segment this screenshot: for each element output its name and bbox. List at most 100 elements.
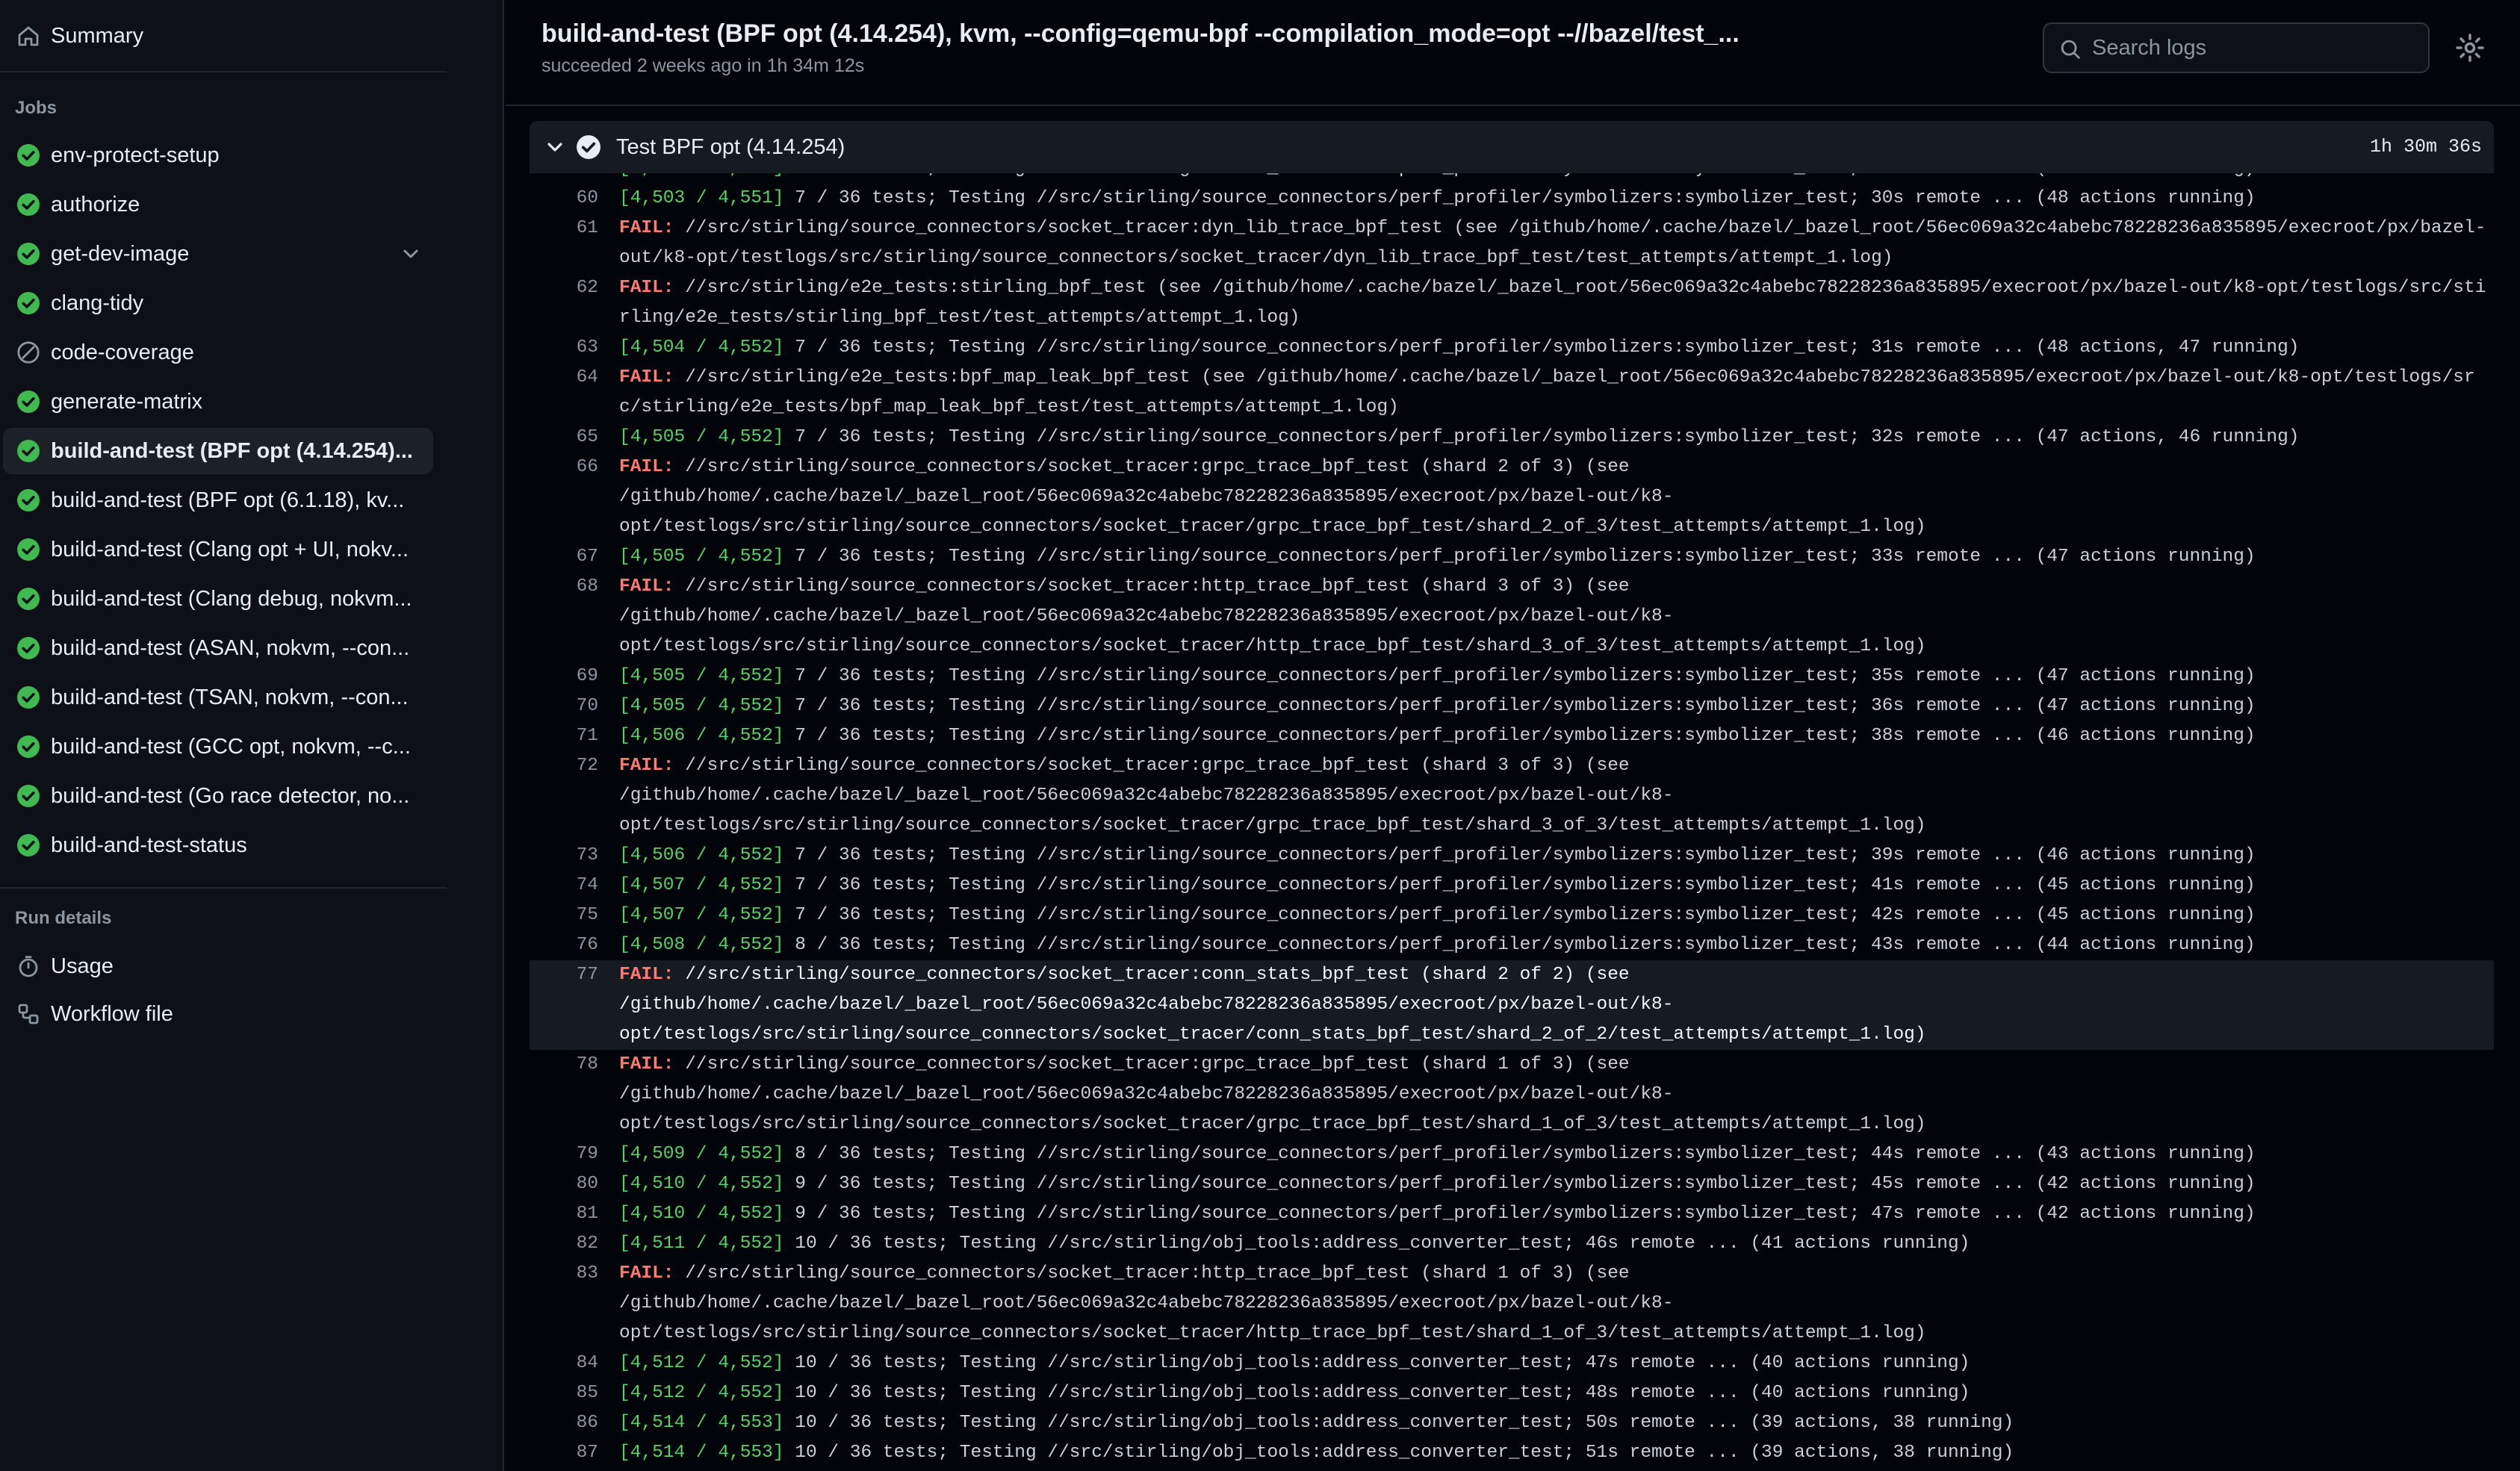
line-number[interactable]: 65 (530, 423, 598, 453)
line-number[interactable]: 87 (530, 1438, 598, 1468)
log-line[interactable]: 70 [4,505 / 4,552] 7 / 36 tests; Testing … (530, 691, 2494, 721)
success-check-icon (17, 538, 40, 561)
line-number[interactable]: 60 (530, 184, 598, 214)
log-line[interactable]: 75 [4,507 / 4,552] 7 / 36 tests; Testing … (530, 901, 2494, 930)
sidebar-job-item[interactable]: clang-tidy (3, 280, 433, 326)
sidebar-job-item[interactable]: build-and-test (BPF opt (4.14.254)... (3, 428, 433, 474)
line-number[interactable]: 74 (530, 871, 598, 901)
line-number[interactable]: 81 (530, 1199, 598, 1229)
log-line[interactable]: 63 [4,504 / 4,552] 7 / 36 tests; Testing … (530, 333, 2494, 363)
search-logs-box[interactable] (2043, 22, 2430, 73)
log-line[interactable]: 68 FAIL: //src/stirling/source_connectors… (530, 572, 2494, 662)
log-line[interactable]: 77 FAIL: //src/stirling/source_connectors… (530, 960, 2494, 1050)
line-number[interactable]: 63 (530, 333, 598, 363)
gear-icon[interactable] (2455, 33, 2485, 63)
log-line[interactable]: 71 [4,506 / 4,552] 7 / 36 tests; Testing … (530, 721, 2494, 751)
log-message: 10 / 36 tests; Testing //src/stirling/ob… (783, 1443, 2014, 1463)
sidebar-item-usage[interactable]: Usage (3, 943, 433, 989)
sidebar-item-label: Summary (51, 24, 144, 48)
line-number[interactable]: 85 (530, 1378, 598, 1408)
line-number[interactable]: 82 (530, 1229, 598, 1259)
log-line[interactable]: 76 [4,508 / 4,552] 8 / 36 tests; Testing … (530, 930, 2494, 960)
skipped-icon (17, 341, 40, 364)
sidebar-job-item[interactable]: build-and-test (ASAN, nokvm, --con... (3, 625, 433, 671)
line-number[interactable]: 71 (530, 721, 598, 751)
line-number[interactable]: 69 (530, 662, 598, 691)
line-number[interactable]: 86 (530, 1408, 598, 1438)
line-number[interactable]: 72 (530, 751, 598, 841)
log-line[interactable]: 78 FAIL: //src/stirling/source_connectors… (530, 1050, 2494, 1139)
log-line[interactable]: 82 [4,511 / 4,552] 10 / 36 tests; Testing… (530, 1229, 2494, 1259)
log-line[interactable]: 85 [4,512 / 4,552] 10 / 36 tests; Testing… (530, 1378, 2494, 1408)
line-number[interactable]: 83 (530, 1259, 598, 1349)
log-line[interactable]: 67 [4,505 / 4,552] 7 / 36 tests; Testing … (530, 542, 2494, 572)
line-number[interactable]: 80 (530, 1169, 598, 1199)
progress-counter: [4,506 / 4,552] (619, 845, 784, 865)
log-line-text: FAIL: //src/stirling/source_connectors/s… (619, 751, 2486, 841)
line-number[interactable]: 59 (530, 173, 598, 184)
sidebar-job-item[interactable]: build-and-test (BPF opt (6.1.18), kv... (3, 477, 433, 523)
progress-counter: [4,512 / 4,552] (619, 1353, 784, 1373)
sidebar-job-item[interactable]: generate-matrix (3, 379, 433, 425)
log-line[interactable]: 66 FAIL: //src/stirling/source_connectors… (530, 453, 2494, 542)
sidebar-job-item[interactable]: authorize (3, 181, 433, 228)
sidebar-job-item[interactable]: code-coverage (3, 329, 433, 376)
sidebar-item-workflow-file[interactable]: Workflow file (3, 991, 433, 1037)
log-line[interactable]: 60 [4,503 / 4,551] 7 / 36 tests; Testing … (530, 184, 2494, 214)
step-header[interactable]: Test BPF opt (4.14.254) 1h 30m 36s (530, 121, 2494, 173)
log-line[interactable]: 62 FAIL: //src/stirling/e2e_tests:stirlin… (530, 273, 2494, 333)
log-line[interactable]: 74 [4,507 / 4,552] 7 / 36 tests; Testing … (530, 871, 2494, 901)
sidebar-job-item[interactable]: get-dev-image (3, 231, 433, 277)
log-message: 10 / 36 tests; Testing //src/stirling/ob… (783, 1383, 1970, 1403)
log-line[interactable]: 72 FAIL: //src/stirling/source_connectors… (530, 751, 2494, 841)
sidebar-job-label: build-and-test-status (51, 833, 247, 857)
sidebar-job-item[interactable]: build-and-test-status (3, 822, 433, 868)
line-number[interactable]: 62 (530, 273, 598, 333)
line-number[interactable]: 76 (530, 930, 598, 960)
sidebar-job-item[interactable]: build-and-test (TSAN, nokvm, --con... (3, 674, 433, 721)
log-output[interactable]: 59 [4,503 / 4,551] 7 / 36 tests; Testing … (530, 173, 2494, 1471)
log-line[interactable]: 79 [4,509 / 4,552] 8 / 36 tests; Testing … (530, 1139, 2494, 1169)
sidebar-job-label: clang-tidy (51, 291, 144, 315)
line-number[interactable]: 66 (530, 453, 598, 542)
line-number[interactable]: 84 (530, 1349, 598, 1378)
log-line-text: [4,512 / 4,552] 10 / 36 tests; Testing /… (619, 1378, 2486, 1408)
log-line-text: [4,514 / 4,553] 10 / 36 tests; Testing /… (619, 1438, 2486, 1468)
log-line[interactable]: 80 [4,510 / 4,552] 9 / 36 tests; Testing … (530, 1169, 2494, 1199)
line-number[interactable]: 73 (530, 841, 598, 871)
sidebar-job-item[interactable]: build-and-test (Go race detector, no... (3, 773, 433, 819)
chevron-down-icon[interactable] (543, 135, 567, 159)
sidebar-job-item[interactable]: build-and-test (GCC opt, nokvm, --c... (3, 724, 433, 770)
sidebar-item-summary[interactable]: Summary (3, 13, 433, 59)
log-line[interactable]: 81 [4,510 / 4,552] 9 / 36 tests; Testing … (530, 1199, 2494, 1229)
progress-counter: [4,514 / 4,553] (619, 1413, 784, 1433)
log-line[interactable]: 84 [4,512 / 4,552] 10 / 36 tests; Testing… (530, 1349, 2494, 1378)
log-line-text: [4,508 / 4,552] 8 / 36 tests; Testing //… (619, 930, 2486, 960)
log-line[interactable]: 61 FAIL: //src/stirling/source_connectors… (530, 214, 2494, 273)
log-line[interactable]: 59 [4,503 / 4,551] 7 / 36 tests; Testing … (530, 173, 2494, 184)
line-number[interactable]: 68 (530, 572, 598, 662)
line-number[interactable]: 64 (530, 363, 598, 423)
sidebar-job-item[interactable]: env-protect-setup (3, 132, 433, 178)
progress-counter: [4,510 / 4,552] (619, 1204, 784, 1224)
log-line[interactable]: 86 [4,514 / 4,553] 10 / 36 tests; Testing… (530, 1408, 2494, 1438)
line-number[interactable]: 79 (530, 1139, 598, 1169)
log-line[interactable]: 69 [4,505 / 4,552] 7 / 36 tests; Testing … (530, 662, 2494, 691)
line-number[interactable]: 75 (530, 901, 598, 930)
log-line[interactable]: 83 FAIL: //src/stirling/source_connectors… (530, 1259, 2494, 1349)
log-line[interactable]: 87 [4,514 / 4,553] 10 / 36 tests; Testing… (530, 1438, 2494, 1468)
sidebar-job-item[interactable]: build-and-test (Clang opt + UI, nokv... (3, 526, 433, 573)
stopwatch-icon (19, 956, 38, 977)
chevron-down-icon[interactable] (399, 242, 423, 266)
sidebar-job-label: build-and-test (TSAN, nokvm, --con... (51, 685, 409, 709)
log-line[interactable]: 65 [4,505 / 4,552] 7 / 36 tests; Testing … (530, 423, 2494, 453)
line-number[interactable]: 70 (530, 691, 598, 721)
line-number[interactable]: 61 (530, 214, 598, 273)
line-number[interactable]: 67 (530, 542, 598, 572)
line-number[interactable]: 77 (530, 960, 598, 1050)
search-logs-input[interactable] (2092, 24, 2421, 72)
sidebar-job-item[interactable]: build-and-test (Clang debug, nokvm... (3, 576, 433, 622)
line-number[interactable]: 78 (530, 1050, 598, 1139)
log-line[interactable]: 73 [4,506 / 4,552] 7 / 36 tests; Testing … (530, 841, 2494, 871)
log-line[interactable]: 64 FAIL: //src/stirling/e2e_tests:bpf_map… (530, 363, 2494, 423)
